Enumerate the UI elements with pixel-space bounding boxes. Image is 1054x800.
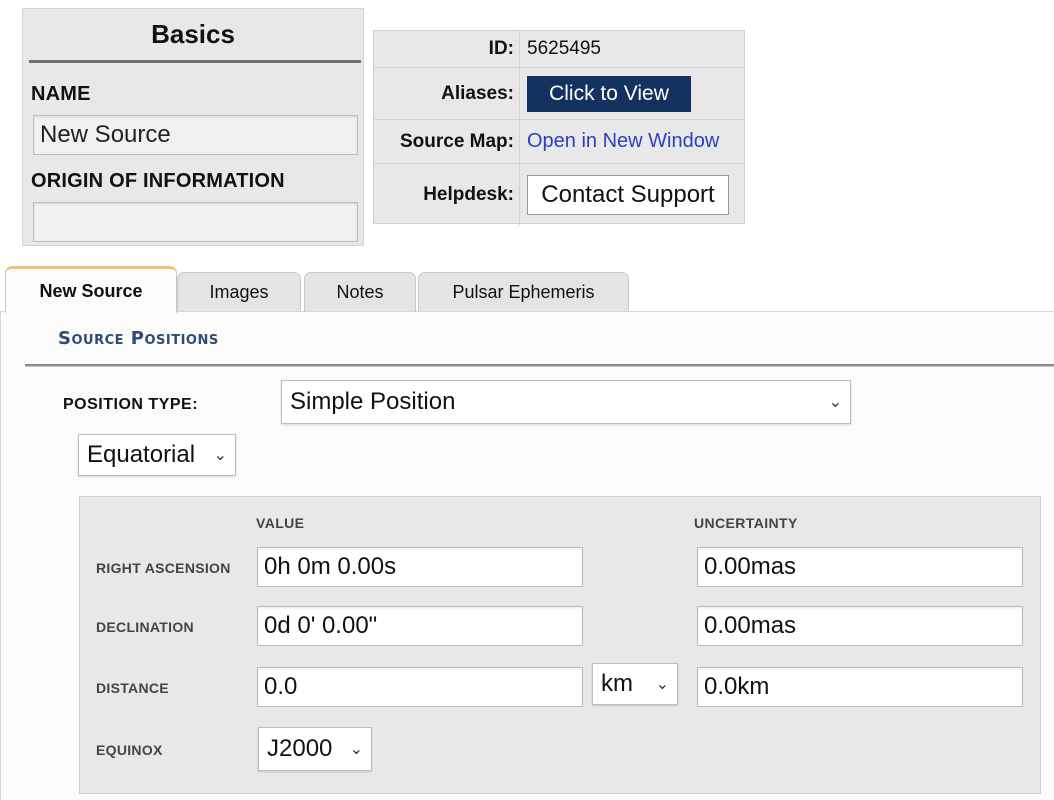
info-row-source-map: Source Map: Open in New Window — [374, 119, 744, 163]
helpdesk-label: Helpdesk: — [423, 183, 514, 205]
tab-bar: New Source Images Notes Pulsar Ephemeris — [0, 266, 1054, 313]
equinox-value: J2000 — [267, 735, 333, 762]
position-type-label: POSITION TYPE: — [63, 396, 199, 413]
position-type-select[interactable]: Simple Position ⌄ — [281, 380, 851, 424]
value-header: VALUE — [256, 515, 305, 531]
id-label: ID: — [488, 38, 514, 59]
distance-label: DISTANCE — [96, 680, 169, 696]
basics-title: Basics — [151, 19, 235, 49]
dec-uncertainty-input[interactable] — [697, 606, 1023, 646]
uncertainty-header: UNCERTAINTY — [694, 515, 798, 531]
distance-unit-value: km — [601, 670, 633, 697]
chevron-down-icon: ⌄ — [349, 741, 363, 758]
section-divider — [25, 364, 1054, 367]
name-label: NAME — [31, 83, 91, 105]
coordinate-system-value: Equatorial — [87, 441, 196, 468]
id-value: 5625495 — [527, 38, 601, 59]
positions-panel: VALUE UNCERTAINTY RIGHT ASCENSION DECLIN… — [79, 496, 1041, 794]
info-divider — [519, 164, 520, 225]
coordinate-system-select[interactable]: Equatorial ⌄ — [78, 434, 236, 476]
source-map-label: Source Map: — [399, 130, 514, 152]
section-title: Source Positions — [58, 328, 219, 349]
basics-panel: Basics NAME ORIGIN OF INFORMATION — [22, 8, 364, 246]
tab-notes[interactable]: Notes — [304, 272, 416, 312]
origin-input[interactable] — [33, 202, 358, 242]
distance-value-input[interactable] — [257, 667, 583, 707]
tab-content: Source Positions POSITION TYPE: Simple P… — [0, 311, 1054, 800]
dec-label: DECLINATION — [96, 619, 194, 635]
distance-uncertainty-input[interactable] — [697, 667, 1023, 707]
origin-label: ORIGIN OF INFORMATION — [31, 170, 285, 192]
distance-unit-select[interactable]: km ⌄ — [592, 663, 678, 705]
open-source-map-link[interactable]: Open in New Window — [527, 130, 719, 153]
info-row-aliases: Aliases: Click to View — [374, 67, 744, 119]
info-row-id: ID: 5625495 — [374, 31, 744, 67]
tab-new-source[interactable]: New Source — [5, 266, 177, 313]
contact-support-button[interactable]: Contact Support — [527, 174, 729, 215]
tab-images[interactable]: Images — [177, 272, 301, 312]
chevron-down-icon: ⌄ — [655, 676, 669, 693]
info-table: ID: 5625495 Aliases: Click to View Sourc… — [373, 30, 745, 225]
name-input[interactable] — [33, 115, 358, 155]
info-divider — [519, 120, 520, 163]
ra-uncertainty-input[interactable] — [697, 547, 1023, 587]
info-row-helpdesk: Helpdesk: Contact Support — [374, 163, 744, 225]
dec-value-input[interactable] — [257, 606, 583, 646]
chevron-down-icon: ⌄ — [828, 394, 842, 411]
equinox-select[interactable]: J2000 ⌄ — [258, 727, 372, 771]
view-aliases-button[interactable]: Click to View — [527, 75, 691, 112]
position-type-value: Simple Position — [290, 388, 456, 415]
tab-pulsar-ephemeris[interactable]: Pulsar Ephemeris — [418, 272, 629, 312]
equinox-label: EQUINOX — [96, 742, 163, 758]
chevron-down-icon: ⌄ — [213, 447, 227, 464]
info-divider — [519, 31, 520, 67]
aliases-label: Aliases: — [441, 82, 514, 104]
ra-value-input[interactable] — [257, 547, 583, 587]
info-divider — [519, 68, 520, 119]
basics-divider — [29, 60, 361, 63]
ra-label: RIGHT ASCENSION — [96, 560, 231, 576]
